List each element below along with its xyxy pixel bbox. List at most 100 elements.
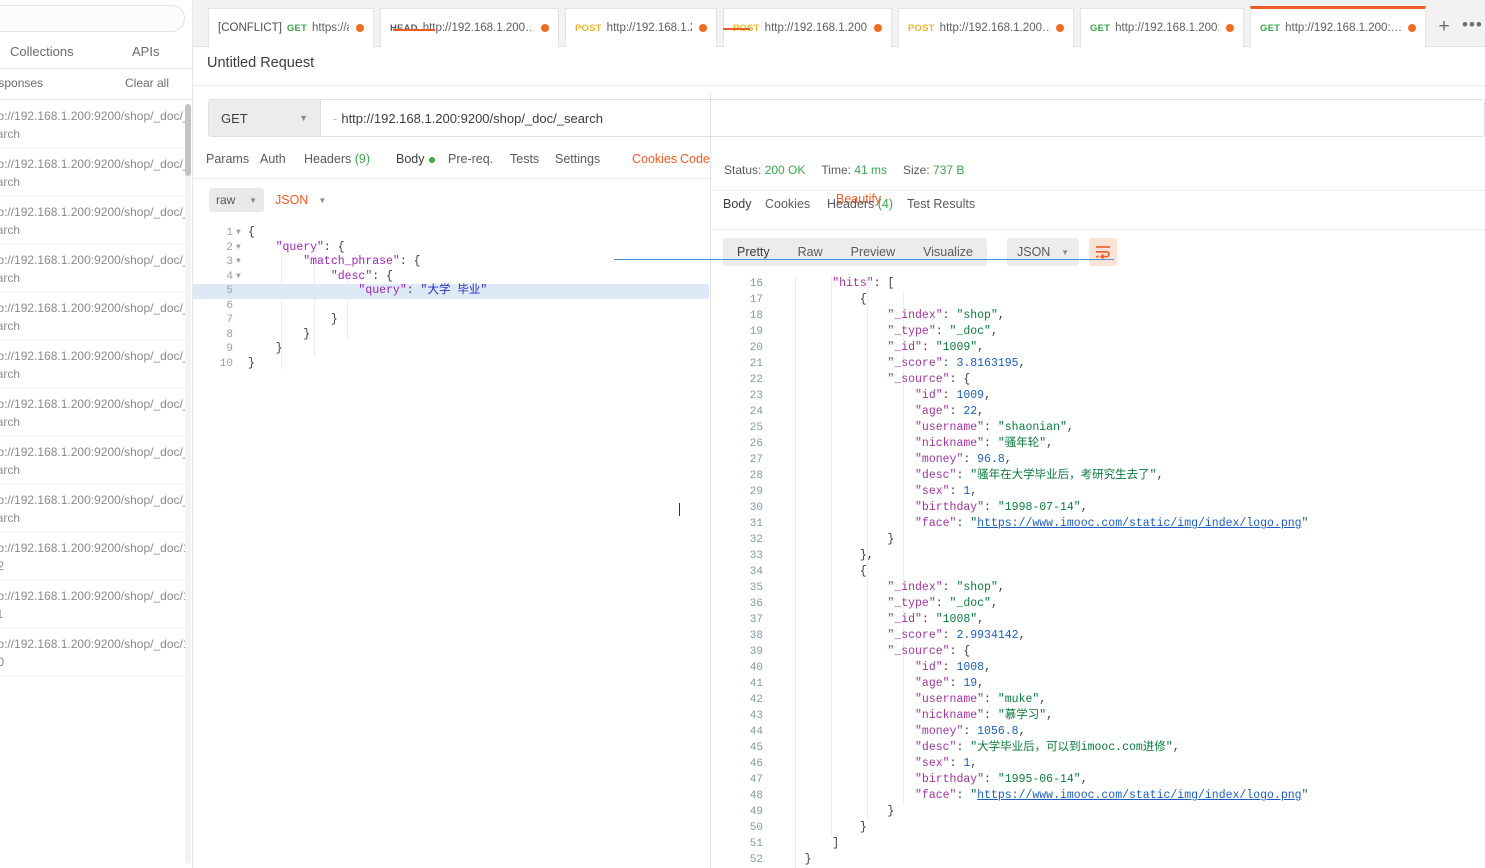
response-tab-test-results[interactable]: Test Results bbox=[907, 197, 975, 211]
line-code: "nickname": "慕学习", bbox=[915, 709, 1054, 722]
code-line: 6 bbox=[193, 299, 709, 314]
body-mode-select[interactable]: raw ▼ bbox=[209, 188, 264, 212]
line-code: "birthday": "1995-06-14", bbox=[915, 773, 1088, 786]
history-item[interactable]: http://192.168.1.200:9200/shop/_doc/1012 bbox=[0, 533, 192, 581]
request-tab-settings[interactable]: Settings bbox=[555, 152, 600, 166]
line-number: 50 bbox=[749, 822, 763, 834]
tab-options-ellipsis-icon[interactable]: ••• bbox=[1462, 16, 1482, 38]
request-tab-tests[interactable]: Tests bbox=[510, 152, 539, 166]
line-number: 49 bbox=[749, 806, 763, 818]
response-view-visualize[interactable]: Visualize bbox=[909, 238, 987, 266]
line-number: 23 bbox=[749, 390, 763, 402]
response-body-viewer[interactable]: 16 "hits": [17 {18 "_index": "shop", 19 "… bbox=[711, 276, 1485, 868]
history-item-url: http://192.168.1.200:9200/shop/_doc/_sea… bbox=[0, 109, 190, 141]
fold-caret-icon[interactable]: ▼ bbox=[236, 241, 245, 256]
line-number: 31 bbox=[749, 518, 763, 530]
response-code-line: 36 "_type": "_doc", bbox=[711, 596, 1485, 612]
history-item[interactable]: http://192.168.1.200:9200/shop/_doc/_sea… bbox=[0, 149, 192, 197]
line-code: { bbox=[777, 565, 867, 578]
line-code: "desc": "大学毕业后，可以到imooc.com进修", bbox=[915, 741, 1180, 754]
fold-caret-icon[interactable]: ▼ bbox=[236, 255, 245, 270]
word-wrap-icon[interactable] bbox=[1089, 238, 1117, 266]
response-code-line: 30 "birthday": "1998-07-14", bbox=[711, 500, 1485, 516]
line-number: 35 bbox=[749, 582, 763, 594]
unsaved-dot-icon bbox=[1056, 24, 1064, 32]
status-value: 200 OK bbox=[764, 163, 806, 177]
request-tab-active-underline bbox=[393, 29, 435, 31]
history-item[interactable]: http://192.168.1.200:9200/shop/_doc/_sea… bbox=[0, 437, 192, 485]
response-code-line: 29 "sex": 1, bbox=[711, 484, 1485, 500]
line-number: 33 bbox=[749, 550, 763, 562]
sidebar-scrollbar-thumb[interactable] bbox=[185, 104, 191, 176]
line-number: 5 bbox=[226, 285, 233, 297]
history-item[interactable]: http://192.168.1.200:9200/shop/_doc/_sea… bbox=[0, 101, 192, 149]
request-tab-body[interactable]: Body bbox=[396, 152, 435, 166]
history-item[interactable]: http://192.168.1.200:9200/shop/_doc/_sea… bbox=[0, 245, 192, 293]
line-code: "desc": "骚年在大学毕业后，考研究生去了", bbox=[915, 469, 1164, 482]
body-mode-label: raw bbox=[216, 193, 236, 207]
request-tab-cookies[interactable]: Cookies bbox=[632, 152, 677, 166]
line-code: "_index": "shop", bbox=[887, 581, 1005, 594]
request-tab-pre-req-[interactable]: Pre-req. bbox=[448, 152, 493, 166]
request-tab-active[interactable]: GET http://192.168.1.200:… bbox=[1250, 6, 1426, 47]
request-tab[interactable]: GET http://192.168.1.200:… bbox=[1080, 8, 1244, 47]
history-item[interactable]: http://192.168.1.200:9200/shop/_doc/_sea… bbox=[0, 197, 192, 245]
line-number: 17 bbox=[749, 294, 763, 306]
line-number: 22 bbox=[749, 374, 763, 386]
line-number: 42 bbox=[749, 694, 763, 706]
line-number: 18 bbox=[749, 310, 763, 322]
response-tab-body[interactable]: Body bbox=[723, 197, 752, 211]
history-item[interactable]: http://192.168.1.200:9200/shop/_doc/_sea… bbox=[0, 389, 192, 437]
body-language-select[interactable]: JSON ▼ bbox=[275, 188, 326, 212]
response-tab-cookies[interactable]: Cookies bbox=[765, 197, 810, 211]
method-select[interactable]: GET ▼ bbox=[209, 100, 321, 136]
history-item[interactable]: http://192.168.1.200:9200/shop/_doc/_sea… bbox=[0, 293, 192, 341]
sidebar-scrollbar-track[interactable] bbox=[185, 104, 191, 864]
request-body-editor[interactable]: 1 ▼{2 ▼ "query": {3 ▼ "match_phrase": {4 ▼ "… bbox=[193, 226, 709, 868]
line-code: { bbox=[777, 293, 867, 306]
fold-caret-icon[interactable]: ▼ bbox=[236, 270, 245, 285]
history-item[interactable]: http://192.168.1.200:9200/shop/_doc/_sea… bbox=[0, 485, 192, 533]
request-tab-headers[interactable]: Headers (9) bbox=[304, 152, 370, 166]
response-view-pretty[interactable]: Pretty bbox=[723, 238, 784, 266]
line-number: 48 bbox=[749, 790, 763, 802]
history-item-url: http://192.168.1.200:9200/shop/_doc/_sea… bbox=[0, 205, 190, 237]
clear-all-button[interactable]: Clear all bbox=[125, 76, 169, 90]
sidebar-tabs: Collections APIs bbox=[0, 39, 192, 69]
tab-label: Body bbox=[723, 197, 752, 211]
response-view-raw[interactable]: Raw bbox=[784, 238, 837, 266]
response-view-preview[interactable]: Preview bbox=[837, 238, 909, 266]
request-tab[interactable]: [CONFLICT] GET https://ap… bbox=[208, 8, 374, 47]
request-tab[interactable]: POST http://192.168.1.200… bbox=[565, 8, 717, 47]
history-item-url: http://192.168.1.200:9200/shop/_doc/1011 bbox=[0, 589, 190, 621]
request-tab-auth[interactable]: Auth bbox=[260, 152, 286, 166]
method-label: GET bbox=[221, 110, 248, 126]
sidebar-tab-collections[interactable]: Collections bbox=[10, 44, 74, 59]
response-format-select[interactable]: JSON ▼ bbox=[1007, 238, 1079, 266]
request-tab-params[interactable]: Params bbox=[206, 152, 249, 166]
request-tab-code[interactable]: Code bbox=[680, 152, 710, 166]
line-code: "username": "shaonian", bbox=[915, 421, 1074, 434]
fold-caret-icon[interactable]: ▼ bbox=[236, 226, 245, 241]
line-number: 44 bbox=[749, 726, 763, 738]
code-line: 9 } bbox=[193, 342, 709, 357]
history-list[interactable]: http://192.168.1.200:9200/shop/_doc/_sea… bbox=[0, 101, 192, 868]
request-tab[interactable]: HEAD http://192.168.1.200… bbox=[380, 8, 559, 47]
request-tab[interactable]: POST http://192.168.1.200… bbox=[898, 8, 1074, 47]
response-code-line: 46 "sex": 1, bbox=[711, 756, 1485, 772]
url-input[interactable]: - http://192.168.1.200:9200/shop/_doc/_s… bbox=[321, 100, 1484, 136]
line-number: 19 bbox=[749, 326, 763, 338]
history-item[interactable]: http://192.168.1.200:9200/shop/_doc/1010 bbox=[0, 629, 192, 677]
sidebar-tab-apis[interactable]: APIs bbox=[132, 44, 159, 59]
search-input[interactable] bbox=[0, 5, 185, 32]
new-tab-icon[interactable]: + bbox=[1434, 17, 1454, 38]
tab-method-label: POST bbox=[908, 22, 935, 34]
response-code-line: 19 "_type": "_doc", bbox=[711, 324, 1485, 340]
history-item[interactable]: http://192.168.1.200:9200/shop/_doc/_sea… bbox=[0, 341, 192, 389]
history-item[interactable]: http://192.168.1.200:9200/shop/_doc/1011 bbox=[0, 581, 192, 629]
line-number: 24 bbox=[749, 406, 763, 418]
line-code: }, bbox=[777, 549, 874, 562]
response-tab-headers[interactable]: Headers (4) bbox=[827, 197, 893, 211]
response-code-line: 52 } bbox=[711, 852, 1485, 868]
tab-label: Headers bbox=[827, 197, 875, 211]
